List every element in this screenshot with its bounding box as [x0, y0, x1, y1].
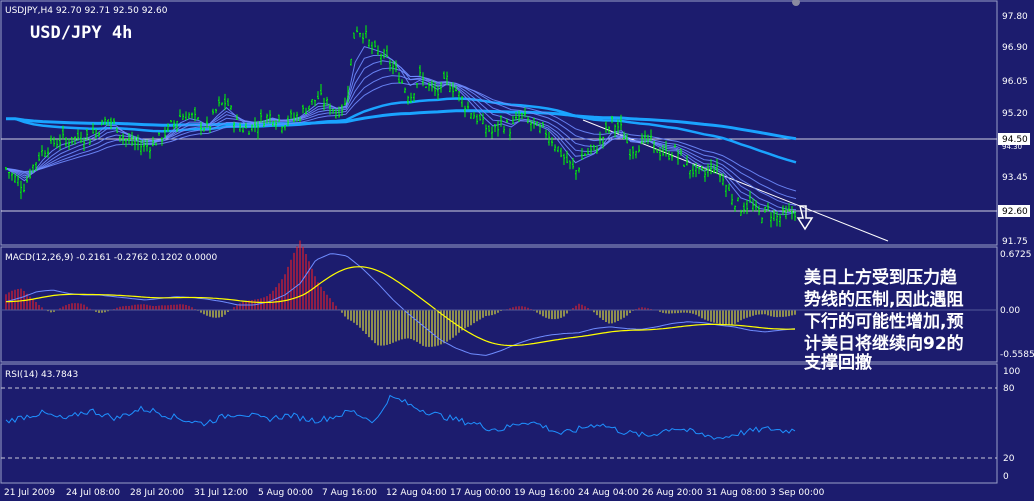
time-label: 28 Jul 20:00: [130, 488, 184, 498]
time-label: 3 Sep 00:00: [770, 488, 825, 498]
price-label: 91.75: [1002, 237, 1028, 247]
rsi-axis-label: 0: [1003, 472, 1009, 482]
rsi-axis-label: 80: [1003, 384, 1015, 394]
time-label: 12 Aug 04:00: [386, 488, 447, 498]
annotation-line: 下行的可能性增加,预: [804, 311, 963, 332]
price-label: 94.30: [1002, 143, 1022, 151]
annotation-line: 美日上方受到压力趋: [804, 267, 958, 288]
rsi-axis-label: 20: [1003, 454, 1015, 464]
price-label: 92.60: [1002, 207, 1028, 217]
symbol-line: USDJPY,H4 92.70 92.71 92.50 92.60: [5, 6, 168, 16]
time-label: 24 Aug 04:00: [578, 488, 639, 498]
macd-title: MACD(12,26,9) -0.2161 -0.2762 0.1202 0.0…: [5, 253, 218, 263]
time-label: 17 Aug 00:00: [450, 488, 511, 498]
chart-background: [0, 0, 1034, 501]
time-label: 5 Aug 00:00: [258, 488, 313, 498]
time-label: 21 Jul 2009: [4, 488, 55, 498]
macd-axis-label: -0.5585: [1000, 350, 1034, 360]
annotation-line: 计美日将继续向92的: [804, 333, 964, 354]
forex-chart: USDJPY,H4 92.70 92.71 92.50 92.60 USD/JP…: [0, 0, 1034, 501]
time-label: 7 Aug 16:00: [322, 488, 377, 498]
time-label: 19 Aug 16:00: [514, 488, 575, 498]
price-label: 96.90: [1002, 43, 1028, 53]
price-label: 93.45: [1002, 173, 1028, 183]
annotation-line: 支撑回撤: [804, 352, 872, 373]
macd-axis-label: 0.00: [1000, 306, 1020, 316]
annotation-line: 势线的压制,因此遇阻: [804, 289, 963, 310]
price-label: 95.20: [1002, 109, 1028, 119]
time-label: 31 Jul 12:00: [194, 488, 248, 498]
big-title: USD/JPY 4h: [30, 23, 132, 43]
time-label: 26 Aug 20:00: [642, 488, 703, 498]
time-label: 31 Aug 08:00: [706, 488, 767, 498]
price-label: 96.05: [1002, 77, 1028, 87]
price-label: 97.80: [1002, 12, 1028, 22]
rsi-title: RSI(14) 43.7843: [5, 370, 78, 380]
time-label: 24 Jul 08:00: [66, 488, 120, 498]
rsi-axis-label: 100: [1003, 367, 1020, 377]
macd-axis-label: 0.6725: [1000, 250, 1032, 260]
